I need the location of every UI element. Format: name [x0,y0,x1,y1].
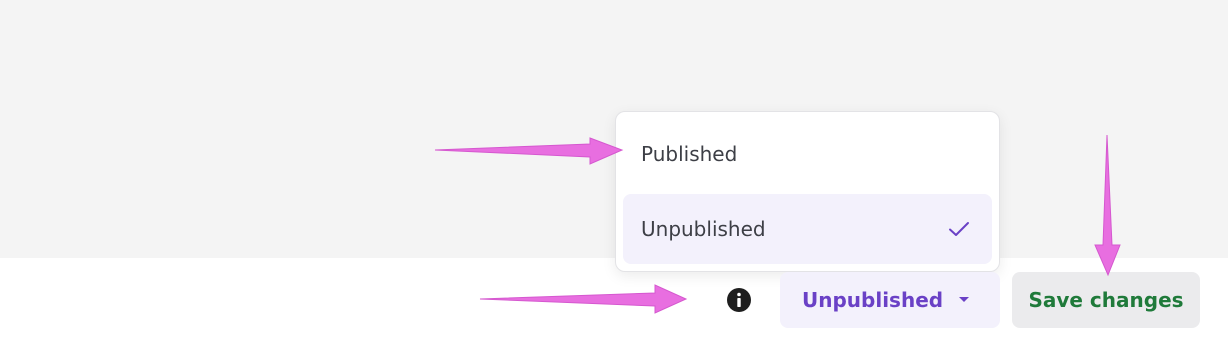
annotation-arrow-published [434,137,624,165]
annotation-arrow-save [1094,134,1121,277]
annotation-arrow-info [479,284,688,314]
annotation-arrows [434,134,1121,314]
